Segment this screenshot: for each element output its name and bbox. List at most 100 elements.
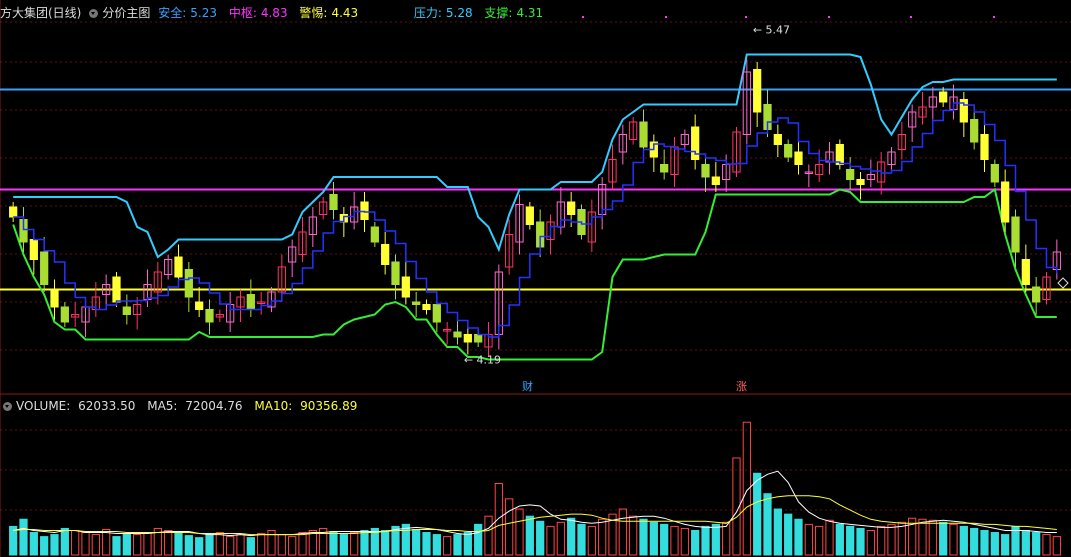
volume-bar [112,536,121,556]
volume-bar [236,534,245,556]
volume-bar [639,518,648,556]
volume-bar [970,527,979,556]
candle-body [370,226,379,243]
candle-body [660,164,669,173]
volume-bar [205,534,214,556]
volume-bar [815,525,824,556]
candle-body [463,334,472,343]
volume-bar [1021,529,1030,556]
volume-bar [577,523,586,556]
candle-body [856,179,865,185]
candle-body [329,194,338,210]
volume-bar [587,525,596,556]
candle-body [246,294,255,310]
volume-bar [60,527,69,556]
volume-bar [143,532,152,556]
volume-bar [897,521,906,556]
volume-bar [567,517,576,556]
volume-bar [432,534,441,556]
volume-bar [763,493,772,556]
volume-bar [463,532,472,556]
candle-body [1001,181,1010,223]
candle-body [50,289,59,308]
candle-body [990,164,999,183]
volume-bar [525,515,534,556]
volume-bar [443,536,452,556]
volume-bar [990,532,999,556]
volume-bar [339,534,348,556]
volume-bar [1001,534,1010,556]
volume-bar [50,534,59,556]
volume-bar [494,483,503,556]
volume-bar [71,529,80,556]
signal-dot [665,16,667,18]
volume-bar [536,520,545,556]
volume-bar [980,529,989,556]
candle-body [525,206,534,225]
candle-body [794,151,803,165]
volume-bar [670,525,679,556]
stock-chart[interactable]: ← 5.47 ← 4.19 财 涨 [0,0,1071,557]
candle-body [422,304,431,310]
volume-bar [195,537,204,556]
volume-bar [1042,534,1051,556]
volume-bar [19,518,28,556]
volume-bar [680,527,689,556]
volume-bar [288,536,297,556]
volume-bar [515,508,524,556]
volume-bar [350,532,359,556]
volume-bar [453,534,462,556]
volume-bar [474,523,483,556]
candle-body [701,164,710,178]
candle-body [980,134,989,160]
volume-bar [949,523,958,556]
volume-bar [215,532,224,556]
candle-body [195,301,204,310]
volume-bar [856,527,865,556]
volume-bar [784,513,793,556]
volume-bar [887,523,896,556]
candle-body [205,309,214,323]
signal-dot [582,16,584,18]
candle-body [773,134,782,145]
candle-body [1032,286,1041,303]
volume-bar [877,525,886,556]
volume-ma5-line [13,470,1057,537]
volume-bar [164,529,173,556]
candle-body [453,331,462,338]
candle-body [432,304,441,323]
volume-bar [835,523,844,556]
candle-body [784,144,793,158]
volume-bar [691,529,700,556]
candle-body [567,201,576,215]
volume-bar [959,525,968,556]
volume-bar [133,534,142,556]
high-price-label: ← 5.47 [753,24,790,37]
candle-body [184,269,193,298]
volume-bar [1032,532,1041,556]
pressure-line [13,53,1057,259]
volume-bar [484,515,493,556]
volume-bar [618,508,627,556]
candle-body [753,69,762,113]
candle-body [474,334,483,343]
volume-bar [40,536,49,556]
volume-bar [701,525,710,556]
volume-bar [184,535,193,556]
volume-bar [122,533,131,556]
volume-bar [794,518,803,556]
volume-bar [257,533,266,556]
cai-badge: 财 [522,379,533,393]
volume-bar [91,534,100,556]
volume-bar [753,472,762,556]
candle-body [639,121,648,148]
candle-body [60,306,69,323]
candle-body [401,276,410,298]
candle-body [939,91,948,103]
volume-bar [412,528,421,556]
volume-bar [918,518,927,556]
volume-bar [804,523,813,556]
candle-body [412,301,421,305]
volume-bar [825,519,834,556]
candle-body [1011,216,1020,253]
